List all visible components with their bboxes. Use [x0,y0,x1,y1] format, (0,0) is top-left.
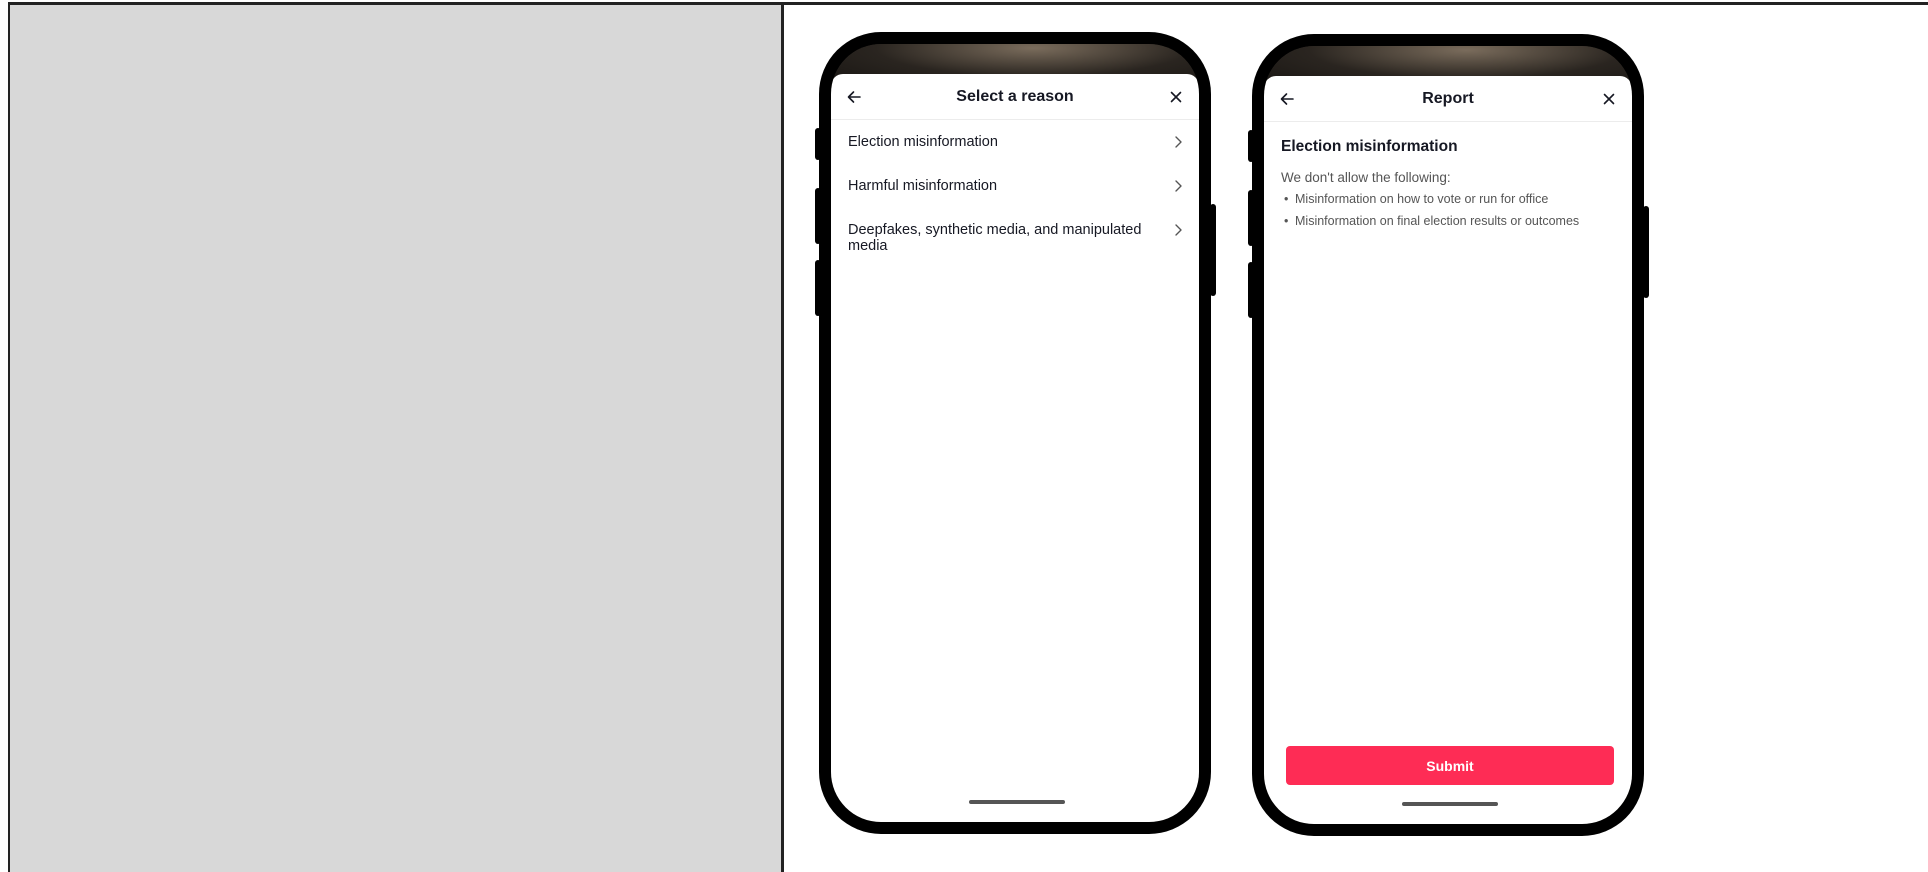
report-body: Election misinformation We don't allow t… [1264,122,1632,252]
report-sheet: Select a reason Election misinformation … [831,74,1199,822]
phone-side-button [815,188,821,244]
phone-mockup-select-reason: Select a reason Election misinformation … [815,32,1216,834]
policy-list-item: • Misinformation on final election resul… [1281,214,1615,228]
phone-side-button [1248,190,1254,246]
page-title: Report [1422,89,1474,107]
policy-list-item-text: Misinformation on final election results… [1295,214,1580,228]
sheet-header: Select a reason [831,74,1199,120]
arrow-left-icon[interactable] [1276,88,1298,110]
reason-list: Election misinformation Harmful misinfor… [831,120,1199,264]
phone-screen: Report Election misinformation We don't … [1264,46,1632,824]
bullet-icon: • [1284,214,1289,228]
phone-side-button [1643,206,1649,298]
reason-label: Deepfakes, synthetic media, and manipula… [848,222,1142,254]
submit-button[interactable]: Submit [1286,746,1614,785]
phone-side-button [1248,262,1254,318]
reason-item-harmful-misinformation[interactable]: Harmful misinformation [831,170,1199,214]
empty-placeholder-panel [10,5,784,872]
reason-label: Election misinformation [848,134,998,150]
chevron-right-icon [1171,134,1185,150]
arrow-left-icon[interactable] [843,86,865,108]
reason-item-election-misinformation[interactable]: Election misinformation [831,126,1199,170]
policy-list-item-text: Misinformation on how to vote or run for… [1295,192,1549,206]
phone-mockup-report: Report Election misinformation We don't … [1248,34,1649,836]
chevron-right-icon [1171,222,1185,238]
page-title: Select a reason [956,87,1074,105]
home-indicator [969,800,1065,804]
phone-side-button [1248,130,1254,162]
chevron-right-icon [1171,178,1185,194]
bullet-icon: • [1284,192,1289,206]
close-icon[interactable] [1165,86,1187,108]
report-sheet: Report Election misinformation We don't … [1264,76,1632,824]
phone-screen: Select a reason Election misinformation … [831,44,1199,822]
phone-side-button [815,260,821,316]
home-indicator [1402,802,1498,806]
policy-list-item: • Misinformation on how to vote or run f… [1281,192,1615,206]
policy-intro-text: We don't allow the following: [1281,170,1451,185]
close-icon[interactable] [1598,88,1620,110]
phone-side-button [1210,204,1216,296]
sheet-header: Report [1264,76,1632,122]
report-reason-heading: Election misinformation [1281,138,1458,155]
reason-item-deepfakes[interactable]: Deepfakes, synthetic media, and manipula… [831,214,1199,264]
reason-label: Harmful misinformation [848,178,998,194]
phone-side-button [815,128,821,160]
